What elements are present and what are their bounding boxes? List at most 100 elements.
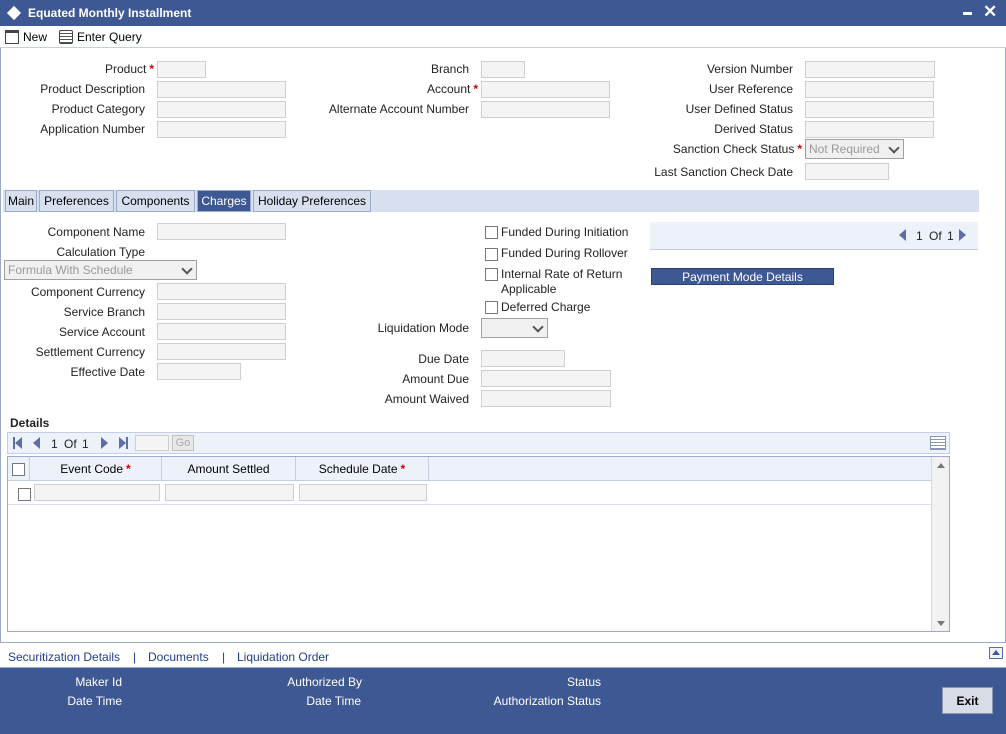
column-schedule-date[interactable]: Schedule Date * <box>296 457 429 481</box>
close-icon[interactable]: ✕ <box>983 2 997 22</box>
previous-page-icon[interactable] <box>33 437 40 449</box>
account-field[interactable] <box>481 81 610 98</box>
last-sanction-check-date-label: Last Sanction Check Date <box>654 165 793 179</box>
product-field[interactable] <box>157 61 206 78</box>
deferred-charge-checkbox[interactable] <box>485 301 498 314</box>
exit-button[interactable]: Exit <box>942 687 993 714</box>
link-separator: | <box>133 650 137 664</box>
page-number-input[interactable] <box>135 435 169 451</box>
tab-holiday-preferences[interactable]: Holiday Preferences <box>253 190 371 212</box>
tab-components[interactable]: Components <box>116 190 195 212</box>
previous-record-icon[interactable] <box>899 229 906 241</box>
account-label: Account * <box>426 82 478 96</box>
derived-status-label: Derived Status <box>714 122 793 136</box>
amount-waived-label: Amount Waived <box>384 392 469 406</box>
last-sanction-check-date-field[interactable] <box>805 163 889 180</box>
service-account-label: Service Account <box>58 325 145 339</box>
user-defined-status-field[interactable] <box>805 101 934 118</box>
liquidation-order-link[interactable]: Liquidation Order <box>237 650 329 664</box>
branch-field[interactable] <box>481 61 525 78</box>
tab-main[interactable]: Main <box>5 190 37 212</box>
next-record-icon[interactable] <box>959 229 966 241</box>
details-pager-of: Of <box>64 437 77 451</box>
schedule-date-cell[interactable] <box>299 484 427 501</box>
component-currency-field[interactable] <box>157 283 286 300</box>
product-category-field[interactable] <box>157 101 286 118</box>
settlement-currency-label: Settlement Currency <box>35 345 145 359</box>
charges-pager: 1 Of 1 <box>650 222 978 250</box>
branch-label: Branch <box>430 62 469 76</box>
service-account-field[interactable] <box>157 323 286 340</box>
grid-header: Event Code * Amount Settled Schedule Date… <box>8 457 931 481</box>
settlement-currency-field[interactable] <box>157 343 286 360</box>
select-all-checkbox[interactable] <box>12 462 25 476</box>
product-description-field[interactable] <box>157 81 286 98</box>
due-date-field[interactable] <box>481 350 565 367</box>
minimize-icon[interactable] <box>963 12 972 15</box>
payment-mode-details-button[interactable]: Payment Mode Details <box>651 268 834 285</box>
amount-due-label: Amount Due <box>402 372 469 386</box>
authorized-by-label: Authorized By <box>287 675 362 689</box>
amount-settled-cell[interactable] <box>165 484 294 501</box>
window-title: Equated Monthly Installment <box>28 6 192 20</box>
service-branch-field[interactable] <box>157 303 286 320</box>
sanction-check-status-label: Sanction Check Status * <box>672 142 802 156</box>
first-page-arrow-icon[interactable] <box>15 437 22 449</box>
effective-date-label: Effective Date <box>70 365 145 379</box>
column-event-code[interactable]: Event Code * <box>30 457 162 481</box>
effective-date-field[interactable] <box>157 363 241 380</box>
alternate-account-number-field[interactable] <box>481 101 610 118</box>
internal-rate-of-return-checkbox[interactable] <box>485 268 498 281</box>
liquidation-mode-select[interactable] <box>481 318 548 338</box>
scroll-up-icon[interactable] <box>937 463 945 468</box>
new-button[interactable]: New <box>5 28 47 46</box>
applicable-label: Applicable <box>501 282 557 296</box>
calculation-type-label: Calculation Type <box>56 245 146 259</box>
calculation-type-select[interactable]: Formula With Schedule <box>4 260 197 280</box>
user-reference-field[interactable] <box>805 81 934 98</box>
application-number-field[interactable] <box>157 121 286 138</box>
chevron-down-icon <box>888 142 900 154</box>
details-pager-current: 1 <box>51 437 58 451</box>
amount-waived-field[interactable] <box>481 390 611 407</box>
derived-status-field[interactable] <box>805 121 934 138</box>
grid-options-icon[interactable] <box>930 436 946 450</box>
tab-preferences[interactable]: Preferences <box>39 190 114 212</box>
last-page-arrow-icon[interactable] <box>119 437 126 449</box>
amount-due-field[interactable] <box>481 370 611 387</box>
authorization-status-label: Authorization Status <box>493 694 601 708</box>
product-label: Product * <box>104 62 154 76</box>
app-diamond-icon <box>6 5 22 21</box>
documents-link[interactable]: Documents <box>148 650 209 664</box>
internal-rate-of-return-label: Internal Rate of Return <box>501 267 623 281</box>
last-page-icon[interactable] <box>126 437 128 449</box>
scroll-down-icon[interactable] <box>937 621 945 626</box>
pager-total: 1 <box>947 229 954 243</box>
go-button[interactable]: Go <box>172 435 194 451</box>
chevron-down-icon <box>532 321 544 333</box>
column-amount-settled[interactable]: Amount Settled <box>162 457 296 481</box>
user-defined-status-label: User Defined Status <box>685 102 793 116</box>
component-name-label: Component Name <box>47 225 145 239</box>
user-reference-label: User Reference <box>708 82 793 96</box>
tab-charges[interactable]: Charges <box>197 190 251 212</box>
pager-current: 1 <box>916 229 923 243</box>
row-checkbox[interactable] <box>18 488 31 501</box>
version-number-field[interactable] <box>805 61 935 78</box>
window-title-bar: Equated Monthly Installment ✕ <box>0 0 1006 26</box>
securitization-details-link[interactable]: Securitization Details <box>8 650 120 664</box>
due-date-label: Due Date <box>418 352 469 366</box>
sanction-check-status-select[interactable]: Not Required <box>805 139 904 159</box>
funded-during-rollover-checkbox[interactable] <box>485 248 498 261</box>
funded-during-initiation-label: Funded During Initiation <box>501 225 629 239</box>
liquidation-mode-label: Liquidation Mode <box>377 321 469 335</box>
grid-vertical-scrollbar[interactable] <box>931 457 949 631</box>
next-page-icon[interactable] <box>101 437 108 449</box>
pager-of: Of <box>929 229 942 243</box>
component-name-field[interactable] <box>157 223 286 240</box>
funded-during-initiation-checkbox[interactable] <box>485 226 498 239</box>
status-label: Status <box>566 675 601 689</box>
collapse-icon[interactable] <box>989 647 1003 659</box>
enter-query-button[interactable]: Enter Query <box>59 28 142 46</box>
event-code-cell[interactable] <box>34 484 160 501</box>
